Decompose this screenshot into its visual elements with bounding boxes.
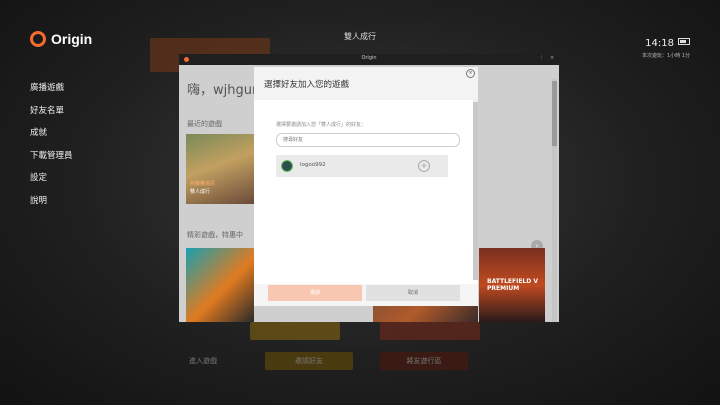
bg-game-tile <box>250 322 340 340</box>
battlefield-label: BATTLEFIELD V PREMIUM <box>487 278 538 292</box>
side-item-achievements[interactable]: 成就 <box>30 127 73 150</box>
tile-name: 雙人成行 <box>190 189 211 195</box>
plus-circle-icon[interactable]: + <box>418 160 430 172</box>
dialog-header: 選擇好友加入您的遊戲 × <box>254 67 478 100</box>
friend-row[interactable]: logoo992 + <box>276 155 448 177</box>
featured-tile-1[interactable] <box>186 248 254 322</box>
invite-button[interactable]: 邀請 <box>268 285 362 301</box>
pin-icon[interactable]: ⁝ <box>541 55 543 61</box>
bg-game-tile <box>380 322 480 340</box>
side-item-broadcast[interactable]: 廣播遊戲 <box>30 82 73 105</box>
invite-dialog: 選擇好友加入您的遊戲 × 選擇要邀請加入您「雙人成行」的好友： logoo992… <box>254 67 478 306</box>
close-icon[interactable]: × <box>466 69 475 78</box>
clock-time: 14:18 <box>645 38 674 49</box>
window-close-icon[interactable]: × <box>550 55 554 61</box>
recent-game-tile[interactable]: 熱騰騰資訊 雙人成行 <box>186 134 254 204</box>
battery-icon <box>678 38 690 45</box>
play-game-button[interactable]: 進入遊戲 <box>168 352 238 370</box>
side-item-settings[interactable]: 設定 <box>30 172 73 195</box>
side-item-help[interactable]: 說明 <box>30 195 73 218</box>
clock: 14:18 本次遊玩：1小時 1分 <box>642 31 690 59</box>
friends-queue-button[interactable]: 將友遊行區 <box>380 352 468 370</box>
recent-games-heading: 最近的遊戲 <box>187 120 222 128</box>
friend-search-input[interactable] <box>276 133 460 147</box>
window-title: Origin <box>361 55 377 61</box>
invite-friends-button[interactable]: 邀請好友 <box>265 352 353 370</box>
avatar <box>281 160 293 172</box>
page-title: 雙人成行 <box>344 32 376 41</box>
dialog-footer: 邀請 取消 <box>254 284 478 306</box>
side-nav: 廣播遊戲 好友名單 成就 下載管理員 設定 說明 <box>30 82 73 217</box>
featured-tile-battlefield[interactable]: BATTLEFIELD V PREMIUM <box>479 248 545 322</box>
dialog-prompt: 選擇要邀請加入您「雙人成行」的好友： <box>276 122 367 128</box>
tile-badge: 熱騰騰資訊 <box>190 181 216 187</box>
window-scroll-thumb[interactable] <box>552 81 557 146</box>
play-time: 本次遊玩：1小時 1分 <box>642 53 690 59</box>
cancel-button[interactable]: 取消 <box>366 285 460 301</box>
side-item-friends[interactable]: 好友名單 <box>30 105 73 128</box>
dialog-scroll-thumb[interactable] <box>473 102 478 280</box>
featured-heading: 精彩遊戲，特惠中 <box>187 231 243 239</box>
dialog-title: 選擇好友加入您的遊戲 <box>264 80 350 90</box>
window-titlebar: Origin ⁝ × <box>179 54 559 65</box>
greeting: 嗨，wjhgur <box>187 83 258 98</box>
friend-name: logoo992 <box>300 162 326 168</box>
side-item-downloads[interactable]: 下載管理員 <box>30 150 73 173</box>
